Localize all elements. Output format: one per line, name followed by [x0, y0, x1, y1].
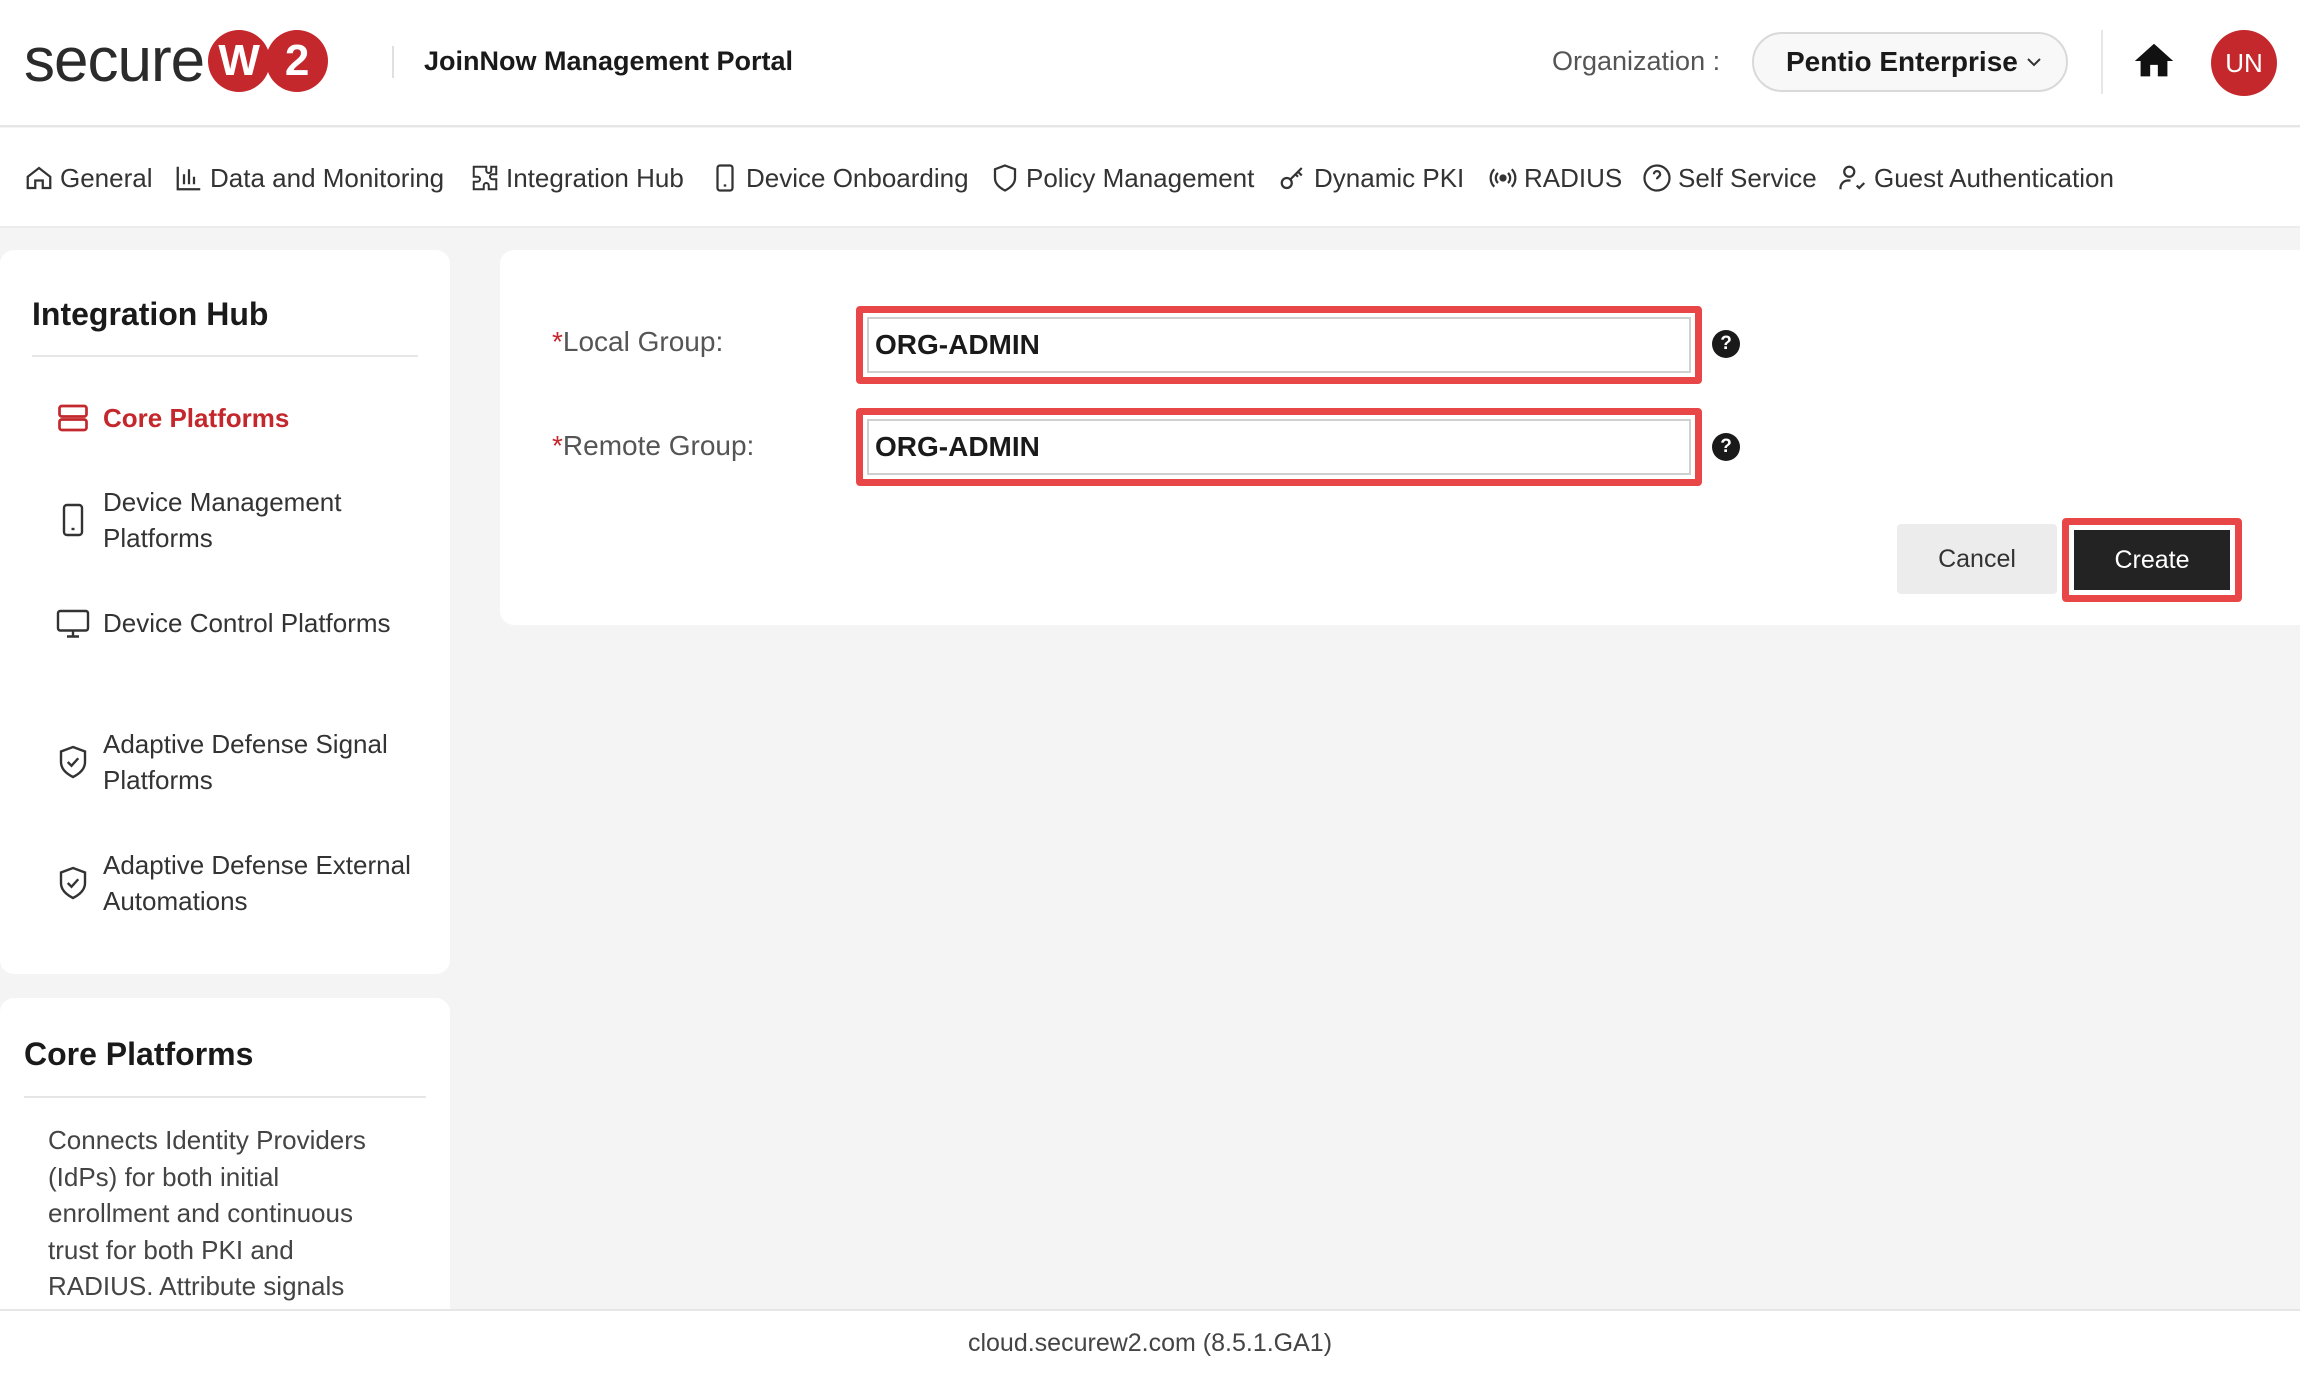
sidebar-item-device-control-platforms[interactable]: Device Control Platforms [55, 605, 415, 641]
nav-item-dynamic-pki[interactable]: Dynamic PKI [1278, 158, 1464, 198]
nav-item-guest-authentication[interactable]: Guest Authentication [1838, 158, 2114, 198]
required-marker: * [552, 326, 563, 357]
organization-label: Organization : [1552, 46, 1721, 76]
required-marker: * [552, 430, 563, 461]
header-divider [392, 46, 394, 78]
organization-select[interactable]: Pentio Enterprise [1752, 32, 2068, 92]
nav-item-label: Data and Monitoring [210, 162, 445, 193]
puzzle-icon [472, 165, 498, 191]
nav-item-label: Self Service [1678, 162, 1817, 193]
home-icon[interactable] [2131, 38, 2177, 84]
shield-check-icon [59, 866, 87, 900]
footer-version-text: cloud.securew2.com (8.5.1.GA1) [967, 1329, 1333, 1357]
sidebar-item-adaptive-defense-external-automations[interactable]: Adaptive Defense External Automations [55, 847, 415, 919]
logo-text: secure [24, 26, 205, 95]
help-circle-icon [1643, 164, 1671, 192]
local-group-label-text: Local Group: [562, 326, 724, 357]
local-group-label: *Local Group: [552, 326, 723, 358]
sidebar-title: Integration Hub [32, 296, 269, 332]
remote-group-input[interactable] [867, 419, 1691, 475]
nav-item-radius[interactable]: RADIUS [1488, 158, 1622, 198]
local-group-input[interactable] [867, 317, 1691, 373]
key-icon [1280, 167, 1303, 190]
bar-chart-icon [176, 166, 201, 191]
nav-item-label: Integration Hub [506, 162, 684, 193]
chevron-down-icon [2027, 58, 2041, 67]
nav-item-label: General [60, 162, 153, 193]
nav-item-policy-management[interactable]: Policy Management [990, 158, 1254, 198]
sidebar-item-device-management-platforms[interactable]: Device Management Platforms [55, 484, 415, 556]
info-title: Core Platforms [24, 1036, 254, 1072]
mobile-device-icon [62, 503, 84, 537]
remote-group-label: *Remote Group: [552, 430, 754, 462]
server-icon [58, 404, 88, 432]
sidebar-item-label: Device Control Platforms [103, 608, 391, 638]
home-outline-icon [26, 166, 52, 190]
nav-item-label: Dynamic PKI [1314, 162, 1465, 193]
local-group-field-highlight [856, 306, 1702, 384]
remote-group-field-highlight [856, 408, 1702, 486]
logo-mark-w: W [208, 30, 271, 92]
cancel-button[interactable]: Cancel [1897, 524, 2057, 594]
local-group-help-icon[interactable]: ? [1712, 330, 1740, 358]
portal-title: JoinNow Management Portal [424, 46, 794, 76]
mobile-device-icon [716, 164, 734, 192]
sidebar-item-label: Adaptive Defense Signal Platforms [103, 729, 388, 795]
main-nav: General Data and Monitoring Integration … [0, 128, 2300, 228]
sidebar-item-label: Adaptive Defense External Automations [103, 850, 411, 916]
remote-group-help-icon[interactable]: ? [1712, 433, 1740, 461]
sidebar-item-label: Core Platforms [103, 403, 290, 433]
user-avatar[interactable]: UN [2211, 30, 2277, 96]
info-divider [24, 1096, 426, 1098]
app-header: secure W 2 JoinNow Management Portal Org… [0, 0, 2300, 127]
core-platforms-info-card: Core Platforms Connects Identity Provide… [0, 998, 450, 1310]
info-description: Connects Identity Providers (IdPs) for b… [48, 1125, 366, 1301]
nav-item-general[interactable]: General [24, 158, 153, 198]
nav-item-label: Policy Management [1026, 162, 1255, 193]
group-mapping-form: *Local Group: ? *Remote Group: ? Cancel … [500, 250, 2300, 625]
sidebar-item-core-platforms[interactable]: Core Platforms [55, 400, 415, 436]
nav-item-label: Device Onboarding [746, 162, 969, 193]
logo-mark-2: 2 [266, 30, 329, 92]
nav-item-device-onboarding[interactable]: Device Onboarding [710, 158, 969, 198]
user-check-icon [1839, 165, 1866, 190]
nav-item-self-service[interactable]: Self Service [1642, 158, 1817, 198]
securew2-logo[interactable]: secure W 2 [24, 26, 329, 96]
create-button-highlight: Create [2062, 518, 2242, 602]
sidebar-item-adaptive-defense-signal-platforms[interactable]: Adaptive Defense Signal Platforms [55, 726, 415, 798]
logo-mark: W 2 [208, 30, 329, 92]
remote-group-label-text: Remote Group: [562, 430, 755, 461]
nav-item-label: RADIUS [1524, 162, 1623, 193]
integration-hub-sidebar: Integration Hub Core Platforms Device Ma… [0, 250, 450, 974]
nav-item-data-and-monitoring[interactable]: Data and Monitoring [174, 158, 444, 198]
shield-icon [993, 164, 1017, 192]
monitor-icon [56, 609, 90, 638]
broadcast-icon [1489, 168, 1517, 188]
create-button[interactable]: Create [2074, 530, 2230, 590]
organization-selected-value: Pentio Enterprise [1786, 46, 2018, 77]
header-divider-right [2101, 30, 2103, 94]
nav-item-label: Guest Authentication [1874, 162, 2114, 193]
sidebar-divider [32, 355, 418, 357]
footer: cloud.securew2.com (8.5.1.GA1) [0, 1309, 2300, 1380]
shield-check-icon [59, 745, 87, 779]
sidebar-item-label: Device Management Platforms [103, 487, 342, 553]
nav-item-integration-hub[interactable]: Integration Hub [470, 158, 684, 198]
